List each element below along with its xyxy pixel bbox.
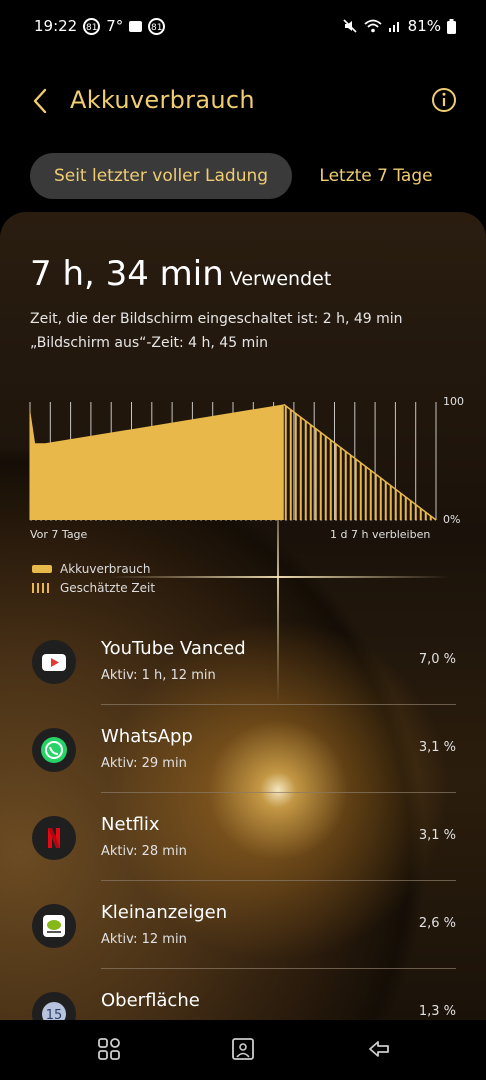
app-header: Akkuverbrauch	[0, 80, 486, 124]
list-item-whatsapp[interactable]: WhatsApp Aktiv: 29 min 3,1 %	[0, 720, 486, 808]
used-time-block: 7 h, 34 min Verwendet	[30, 254, 331, 294]
app-percent: 3,1 %	[418, 740, 456, 755]
app-name: WhatsApp	[101, 726, 193, 747]
divider	[101, 704, 456, 705]
app-name: YouTube Vanced	[101, 638, 246, 659]
status-bar: 19:22 81 7° 81 81%	[0, 0, 486, 56]
x-axis-end-label: 1 d 7 h verbleiben	[330, 528, 431, 541]
app-active-time: Aktiv: 29 min	[101, 756, 187, 771]
list-item-oberflaeche[interactable]: 15 Oberfläche 1,3 %	[0, 984, 486, 1020]
app-name: Netflix	[101, 814, 160, 835]
y-axis-max-label: 100	[443, 395, 464, 408]
wifi-icon	[364, 19, 382, 33]
mute-icon	[343, 19, 357, 33]
status-temperature: 7°	[106, 17, 124, 35]
battery-icon	[447, 18, 456, 34]
status-right: 81%	[342, 17, 456, 35]
legend-label-estimate: Geschätzte Zeit	[60, 581, 156, 595]
status-left: 19:22 81 7° 81	[34, 17, 166, 35]
tab-since-full-charge[interactable]: Seit letzter voller Ladung	[30, 153, 292, 199]
recent-apps-icon	[98, 1038, 120, 1060]
home-button[interactable]	[230, 1036, 258, 1064]
battery-percent: 81%	[407, 17, 441, 35]
app-percent: 2,6 %	[418, 916, 456, 931]
notification-badge-icon-2: 81	[148, 17, 166, 35]
app-percent: 7,0 %	[418, 652, 456, 667]
legend-swatch-solid	[32, 565, 52, 573]
gallery-icon	[129, 20, 143, 32]
navigation-bar	[0, 1020, 486, 1080]
divider	[101, 880, 456, 881]
list-item-kleinanzeigen[interactable]: Kleinanzeigen Aktiv: 12 min 2,6 %	[0, 896, 486, 984]
info-button[interactable]	[430, 86, 458, 114]
series-usage-area	[30, 404, 284, 520]
kleinanzeigen-icon	[32, 904, 76, 948]
signal-icon	[388, 22, 399, 32]
app-percent: 1,3 %	[418, 1004, 456, 1019]
x-axis-start-label: Vor 7 Tage	[30, 528, 88, 541]
legend-item-estimate: Geschätzte Zeit	[32, 581, 155, 595]
app-active-time: Aktiv: 1 h, 12 min	[101, 668, 216, 683]
usage-chart: 100 0% Vor 7 Tage 1 d 7 h verbleiben	[0, 392, 486, 542]
screen-off-time: „Bildschirm aus“-Zeit: 4 h, 45 min	[30, 335, 268, 351]
tab-last-7-days[interactable]: Letzte 7 Tage	[306, 153, 446, 199]
whatsapp-icon	[32, 728, 76, 772]
recent-apps-button[interactable]	[96, 1036, 124, 1064]
youtube-vanced-icon	[32, 640, 76, 684]
divider	[101, 968, 456, 969]
list-item-youtube-vanced[interactable]: YouTube Vanced Aktiv: 1 h, 12 min 7,0 %	[0, 632, 486, 720]
status-time: 19:22	[34, 17, 78, 35]
netflix-icon	[32, 816, 76, 860]
used-time-value: 7 h, 34 min	[30, 254, 224, 294]
used-time-label: Verwendet	[229, 268, 332, 290]
app-percent: 3,1 %	[418, 828, 456, 843]
list-item-netflix[interactable]: Netflix Aktiv: 28 min 3,1 %	[0, 808, 486, 896]
legend-label-usage: Akkuverbrauch	[60, 562, 151, 576]
back-nav-button[interactable]	[366, 1036, 394, 1064]
home-icon	[232, 1038, 254, 1060]
legend-item-usage: Akkuverbrauch	[32, 562, 150, 576]
back-arrow-icon	[369, 1041, 389, 1057]
app-active-time: Aktiv: 12 min	[101, 932, 187, 947]
app-name: Kleinanzeigen	[101, 902, 228, 923]
usage-card: 7 h, 34 min Verwendet Zeit, die der Bilds…	[0, 212, 486, 1020]
legend-swatch-striped	[32, 583, 52, 593]
info-icon	[432, 88, 456, 112]
page-title: Akkuverbrauch	[70, 86, 255, 114]
chevron-left-icon	[33, 88, 47, 114]
screen-on-time: Zeit, die der Bildschirm eingeschaltet i…	[30, 311, 403, 327]
y-axis-min-label: 0%	[443, 513, 461, 526]
notification-badge-icon: 81	[83, 17, 101, 35]
usage-chart-svg	[29, 402, 437, 521]
period-tabs: Seit letzter voller Ladung Letzte 7 Tage	[0, 153, 486, 199]
back-button[interactable]	[28, 86, 56, 116]
svg-text:15: 15	[46, 1008, 63, 1020]
background-flare	[110, 576, 450, 578]
oberflaeche-icon: 15	[32, 992, 76, 1020]
app-name: Oberfläche	[101, 990, 200, 1011]
app-active-time: Aktiv: 28 min	[101, 844, 187, 859]
divider	[101, 792, 456, 793]
